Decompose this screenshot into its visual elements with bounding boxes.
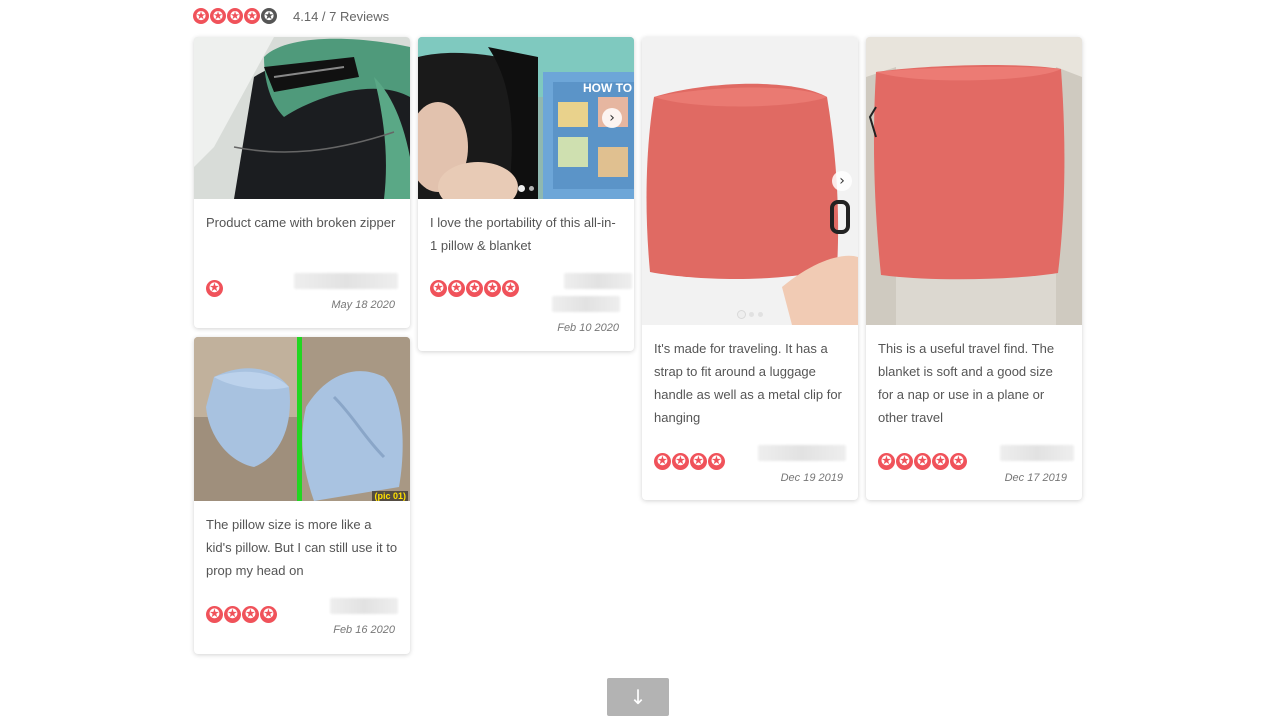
star-icon: ✪: [502, 280, 519, 297]
reviewer-name: [330, 598, 398, 614]
star-icon: ✪: [878, 453, 895, 470]
star-icon: ✪: [430, 280, 447, 297]
review-text: I love the portability of this all-in-1 …: [430, 215, 616, 253]
review-date: Dec 17 2019: [1004, 472, 1067, 484]
review-card: (pic 01) The pillow size is more like a …: [194, 337, 410, 654]
star-icon: ✪: [193, 8, 209, 24]
chevron-right-icon[interactable]: ›: [832, 171, 852, 191]
review-photo[interactable]: ›: [642, 37, 858, 325]
reviewer-name: [294, 273, 398, 289]
carousel-dot[interactable]: [757, 312, 763, 317]
carousel-dot[interactable]: [748, 312, 754, 317]
review-card: HOW TO › I love the portability of this …: [418, 37, 634, 351]
star-icon: ✪: [210, 8, 226, 24]
star-icon: ✪: [950, 453, 967, 470]
carousel-dot[interactable]: [529, 186, 534, 191]
star-icon: ✪: [206, 606, 223, 623]
summary-stars: ✪ ✪ ✪ ✪ ✪: [193, 8, 277, 24]
reviewer-name: [1000, 445, 1074, 461]
star-icon: ✪: [242, 606, 259, 623]
review-text: The pillow size is more like a kid's pil…: [206, 517, 398, 578]
review-text: This is a useful travel find. The blanke…: [878, 341, 1055, 425]
star-icon: ✪: [261, 8, 277, 24]
star-icon: ✪: [260, 606, 277, 623]
star-icon: ✪: [914, 453, 931, 470]
star-icon: ✪: [224, 606, 241, 623]
carousel-dots: [642, 311, 858, 318]
star-icon: ✪: [227, 8, 243, 24]
star-icon: ✪: [466, 280, 483, 297]
chevron-right-icon[interactable]: ›: [602, 108, 622, 128]
star-icon: ✪: [206, 280, 223, 297]
photo-caption: HOW TO: [583, 81, 633, 95]
review-date: Feb 10 2020: [557, 322, 619, 334]
star-icon: ✪: [896, 453, 913, 470]
review-text: Product came with broken zipper: [206, 215, 396, 230]
star-icon: ✪: [654, 453, 671, 470]
review-text: It's made for traveling. It has a strap …: [654, 341, 842, 425]
star-icon: ✪: [448, 280, 465, 297]
star-icon: ✪: [484, 280, 501, 297]
review-photo[interactable]: [866, 37, 1082, 325]
review-photo[interactable]: (pic 01): [194, 337, 410, 501]
reviewer-name: [564, 273, 632, 289]
review-card: Product came with broken zipper ✪ May 18…: [194, 37, 410, 328]
review-date: Dec 19 2019: [780, 472, 843, 484]
carousel-dot[interactable]: [737, 311, 745, 318]
reviewer-name: [758, 445, 846, 461]
rating-summary-text: 4.14 / 7 Reviews: [293, 8, 390, 24]
star-icon: ✪: [932, 453, 949, 470]
load-more-button[interactable]: ↓: [607, 678, 669, 716]
carousel-dots: [418, 185, 634, 192]
reviewer-location: [552, 296, 620, 312]
review-photo[interactable]: [194, 37, 410, 199]
review-date: Feb 16 2020: [333, 624, 395, 636]
rating-summary: ✪ ✪ ✪ ✪ ✪ 4.14 / 7 Reviews: [193, 6, 389, 26]
arrow-down-icon: ↓: [629, 685, 647, 709]
carousel-dot[interactable]: [518, 185, 525, 192]
review-card: This is a useful travel find. The blanke…: [866, 37, 1082, 500]
review-date: May 18 2020: [331, 299, 395, 311]
star-icon: ✪: [244, 8, 260, 24]
review-card: › It's made for traveling. It has a stra…: [642, 37, 858, 500]
star-icon: ✪: [690, 453, 707, 470]
review-photo[interactable]: HOW TO ›: [418, 37, 634, 199]
photo-caption: (pic 01): [372, 491, 408, 501]
star-icon: ✪: [672, 453, 689, 470]
star-icon: ✪: [708, 453, 725, 470]
